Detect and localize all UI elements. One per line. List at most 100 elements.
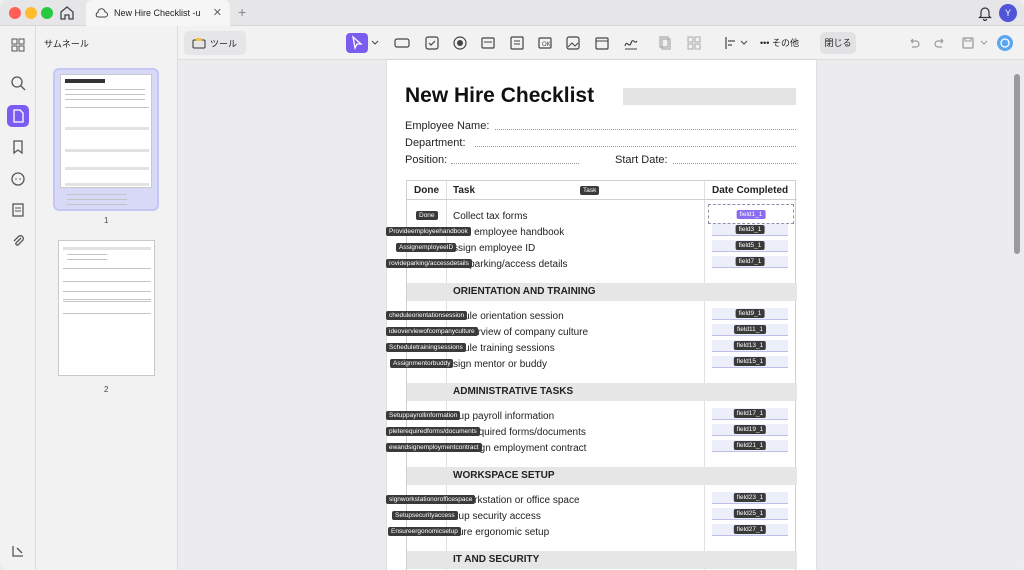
department-label: Department:: [405, 137, 466, 149]
checkbox-field-tag[interactable]: Setupsecurityaccess: [392, 511, 458, 520]
ai-assistant-icon[interactable]: [996, 34, 1014, 52]
date-field[interactable]: field13_1: [712, 340, 788, 352]
bell-icon[interactable]: [978, 5, 992, 21]
checkbox-field-tag[interactable]: pleterequiredforms/documents: [386, 427, 480, 436]
button-field-icon[interactable]: OK: [537, 35, 553, 51]
checkbox-field-tag[interactable]: AssignemployeeID: [396, 243, 457, 252]
date-column-header: Date Completed: [712, 185, 789, 196]
checkbox-field-tag[interactable]: Scheduletrainingsessions: [386, 343, 466, 352]
form-fields-icon[interactable]: [9, 201, 27, 219]
signature-field-icon[interactable]: [623, 35, 639, 51]
more-button[interactable]: ••• その他: [760, 36, 799, 49]
undo-icon[interactable]: [906, 35, 922, 51]
thumbnail-page-number-2: 2: [104, 385, 109, 394]
document-tab[interactable]: New Hire Checklist -u ✕: [86, 0, 230, 26]
date-field[interactable]: field23_1: [712, 492, 788, 504]
checkbox-field-tag[interactable]: ideoverviewofcompanyculture: [386, 327, 478, 336]
image-field-icon[interactable]: [565, 35, 581, 51]
attachment-icon[interactable]: [9, 232, 27, 250]
layers-icon[interactable]: [9, 542, 27, 560]
cloud-icon: [95, 8, 108, 18]
task-text: edule training sessions: [453, 343, 555, 354]
zoom-window-button[interactable]: [41, 7, 53, 19]
done-field-tag[interactable]: Done: [416, 211, 438, 220]
position-label: Position:: [405, 154, 448, 166]
checkbox-field-tag[interactable]: Assignmentorbuddy: [390, 359, 454, 368]
vertical-scrollbar[interactable]: [1014, 74, 1020, 254]
checkbox-field-tag[interactable]: rovideparking/accessdetails: [386, 259, 472, 268]
date-field[interactable]: field11_1: [712, 324, 788, 336]
tab-title: New Hire Checklist -u: [114, 8, 201, 18]
task-text: sure ergonomic setup: [453, 527, 550, 538]
checkbox-field-tag[interactable]: Setuppayrollinformation: [386, 411, 461, 420]
document-canvas: New Hire Checklist Employee Name: Depart…: [178, 60, 1024, 570]
bookmark-icon[interactable]: [9, 138, 27, 156]
thumbnail-page-1-selected[interactable]: [53, 68, 159, 211]
field-name: field9_1: [735, 309, 765, 318]
date-field[interactable]: field17_1: [712, 408, 788, 420]
date-field[interactable]: field27_1: [712, 524, 788, 536]
date-field[interactable]: field3_1: [712, 224, 788, 236]
checkbox-field-tag[interactable]: cheduleorientationsession: [386, 311, 468, 320]
date-field[interactable]: field1_1: [708, 204, 794, 224]
start-date-line[interactable]: [673, 163, 796, 164]
date-field[interactable]: field5_1: [712, 240, 788, 252]
task-text: sign mentor or buddy: [453, 359, 547, 370]
checkbox-field-tag[interactable]: Ensureergonomicsetup: [388, 527, 461, 536]
date-field[interactable]: field9_1: [712, 308, 788, 320]
tools-label: ツール: [210, 38, 238, 49]
grid-icon[interactable]: [9, 36, 27, 54]
text-field-icon[interactable]: [394, 35, 410, 51]
avatar[interactable]: Y: [999, 4, 1017, 22]
minimize-window-button[interactable]: [25, 7, 37, 19]
task-text: edule orientation session: [453, 311, 564, 322]
select-tool-button[interactable]: [346, 33, 368, 53]
new-tab-button[interactable]: +: [238, 4, 246, 20]
date-field-icon[interactable]: [594, 35, 610, 51]
field-name: field17_1: [733, 409, 767, 418]
checkbox-field-tag[interactable]: signworkstationorofficespace: [386, 495, 476, 504]
field-name: field19_1: [733, 425, 767, 434]
date-field[interactable]: field19_1: [712, 424, 788, 436]
thumbnail-page-1[interactable]: [60, 74, 152, 188]
department-line[interactable]: [475, 146, 796, 147]
field-name: field25_1: [733, 509, 767, 518]
employee-name-line[interactable]: [495, 129, 796, 130]
position-line[interactable]: [451, 163, 579, 164]
task-text: ssign employee ID: [453, 243, 536, 254]
thumbnail-page-2[interactable]: [58, 240, 155, 376]
align-icon[interactable]: [723, 35, 739, 51]
search-icon[interactable]: [9, 74, 27, 92]
task-field-tag[interactable]: Task: [580, 186, 600, 195]
copy-icon[interactable]: [658, 35, 674, 51]
field-name: field23_1: [733, 493, 767, 502]
date-field[interactable]: field25_1: [712, 508, 788, 520]
title-field-box[interactable]: [623, 88, 796, 105]
left-rail: [0, 26, 36, 570]
dropdown-field-icon[interactable]: [480, 35, 496, 51]
comment-icon[interactable]: [9, 170, 27, 188]
date-field[interactable]: field7_1: [712, 256, 788, 268]
date-field[interactable]: field15_1: [712, 356, 788, 368]
grid-layout-icon[interactable]: [686, 35, 702, 51]
tools-button[interactable]: ツール: [184, 31, 246, 55]
list-box-icon[interactable]: [509, 35, 525, 51]
save-icon[interactable]: [960, 35, 976, 51]
chevron-down-icon[interactable]: [740, 39, 748, 47]
close-form-edit-button[interactable]: 閉じる: [820, 32, 856, 54]
tab-close-icon[interactable]: ✕: [213, 6, 222, 19]
page-thumbnails-button[interactable]: [7, 105, 29, 127]
radio-button-icon[interactable]: [452, 35, 468, 51]
field-name: field7_1: [735, 257, 765, 266]
close-window-button[interactable]: [9, 7, 21, 19]
redo-icon[interactable]: [932, 35, 948, 51]
checkbox-field-tag[interactable]: Provideemployeehandbook: [386, 227, 471, 236]
chevron-down-icon[interactable]: [371, 39, 379, 47]
date-field[interactable]: field21_1: [712, 440, 788, 452]
checkbox-icon[interactable]: [424, 35, 440, 51]
field-name: field5_1: [735, 241, 765, 250]
home-icon[interactable]: [58, 4, 76, 22]
field-name: field13_1: [733, 341, 767, 350]
chevron-down-icon[interactable]: [980, 39, 988, 47]
checkbox-field-tag[interactable]: ewandsignemploymentcontract: [386, 443, 482, 452]
